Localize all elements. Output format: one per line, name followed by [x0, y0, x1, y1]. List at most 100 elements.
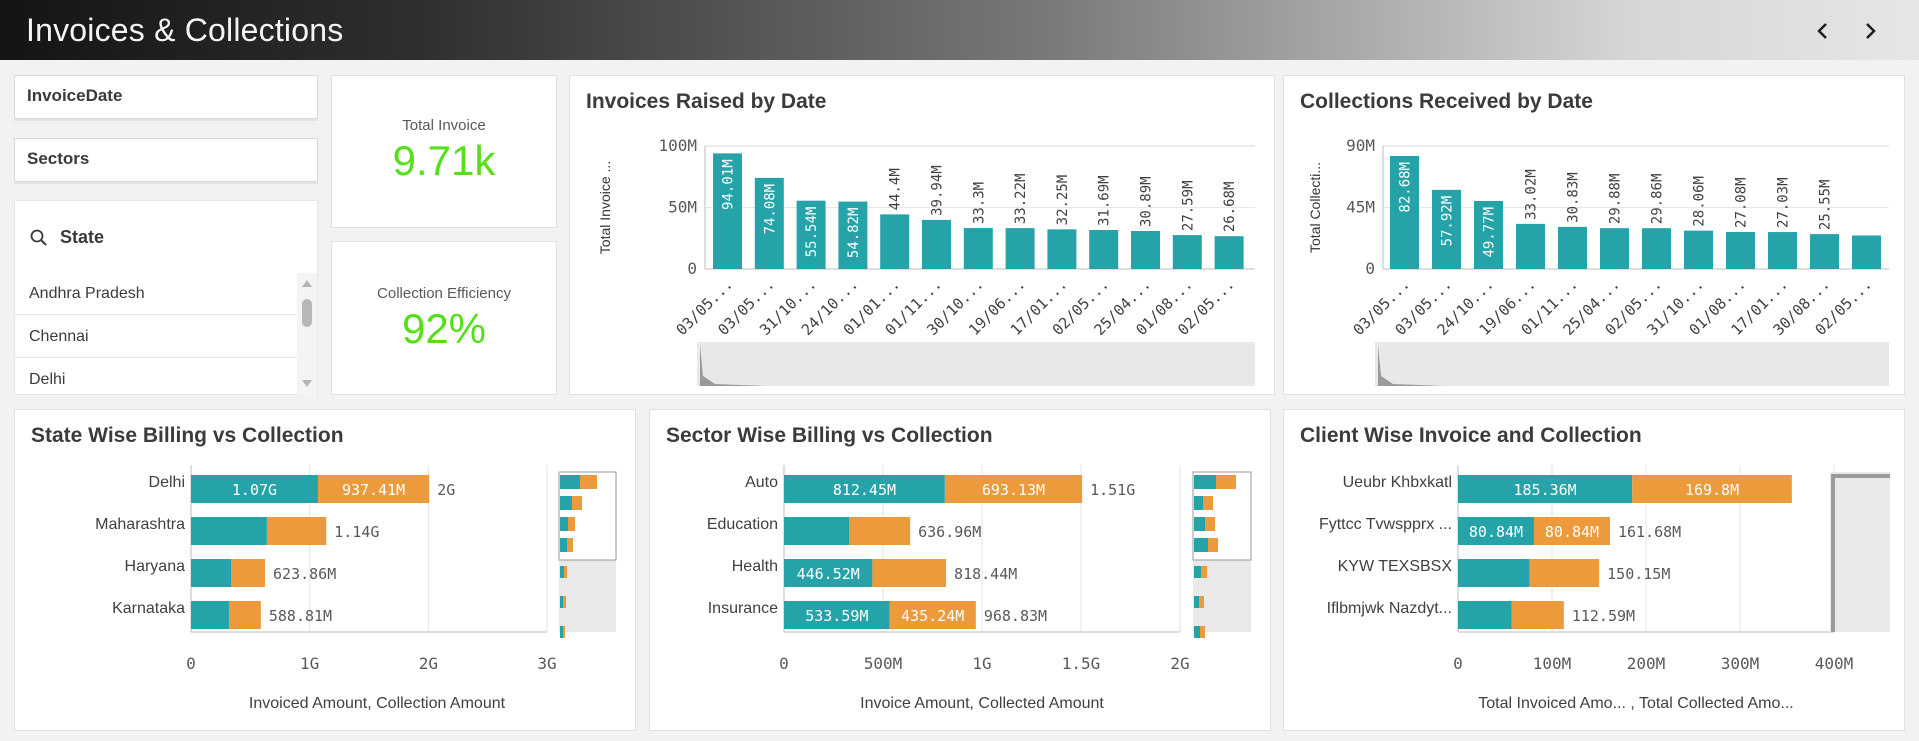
bar-value-label: 29.88M — [1608, 174, 1624, 225]
chart-scrollbar-preview — [563, 626, 565, 638]
invoices-by-date-chart[interactable]: 050M100MTotal Invoice ... 94.01M03/05...7… — [570, 76, 1276, 396]
y-tick-label: Iflbmjwk Nazdyt... — [1327, 600, 1452, 617]
state-list-scrollbar[interactable] — [297, 273, 317, 395]
y-axis-title: Total Collecti... — [1307, 162, 1323, 253]
bar-value-label: 55.54M — [804, 207, 820, 258]
bar-segment — [191, 601, 229, 629]
bar — [1810, 234, 1839, 269]
bar-value-label: 169.8M — [1685, 481, 1739, 499]
y-tick-label: Maharashtra — [95, 516, 185, 533]
bar — [1214, 236, 1244, 269]
y-tick-label: KYW TEXSBSX — [1338, 558, 1453, 575]
bar-value-label: 32.25M — [1055, 175, 1071, 226]
bar — [1852, 235, 1881, 269]
bar — [922, 219, 951, 269]
bar-value-label: 27.59M — [1180, 180, 1196, 231]
bar-segment — [1511, 601, 1564, 629]
x-tick-label: 2G — [419, 654, 438, 673]
bar-total-label: 636.96M — [918, 523, 981, 541]
bar-value-label: 54.82M — [846, 208, 862, 259]
chart-scrollbar-preview — [1194, 566, 1201, 578]
invoice-date-filter-label: InvoiceDate — [27, 86, 123, 105]
sectors-filter[interactable]: Sectors — [14, 138, 318, 182]
chart-scrollbar-preview — [564, 566, 567, 578]
scrollbar-thumb[interactable] — [302, 299, 312, 327]
bar-total-label: 588.81M — [269, 607, 332, 625]
bar-value-label: 812.45M — [833, 481, 896, 499]
state-billing-chart[interactable]: 0 1G 2G 3G Invoiced Amount, Collection Amoun… — [15, 410, 637, 732]
total-invoice-value: 9.71k — [392, 137, 496, 184]
y-tick-label: Auto — [745, 474, 778, 491]
x-tick-label: 0 — [1453, 654, 1463, 673]
bar-segment — [1458, 559, 1530, 587]
scroll-down-icon[interactable] — [301, 379, 313, 389]
bar-value-label: 49.77M — [1482, 207, 1498, 258]
chevron-left-icon — [1817, 23, 1827, 39]
chart-scrollbar-preview — [1194, 475, 1216, 489]
chart-scrollbar — [1375, 342, 1889, 386]
invoice-date-filter[interactable]: InvoiceDate — [14, 75, 318, 119]
bar-total-label: 1.14G — [334, 523, 379, 541]
state-list-item[interactable]: Chennai — [15, 316, 297, 358]
bar-value-label: 30.83M — [1566, 172, 1582, 223]
state-list: Andhra Pradesh Chennai Delhi — [15, 273, 297, 395]
chart-scrollbar-preview — [560, 566, 564, 578]
state-list-item[interactable]: Delhi — [15, 359, 297, 395]
y-tick-label: Education — [707, 516, 778, 533]
state-filter-label: State — [60, 227, 105, 247]
chart-scrollbar-preview — [1199, 596, 1204, 608]
bar — [1047, 229, 1077, 269]
bar-total-label: 112.59M — [1572, 607, 1635, 625]
x-tick-label: 2G — [1170, 654, 1189, 673]
chart-scrollbar-preview — [1194, 517, 1205, 531]
state-list-item[interactable]: Andhra Pradesh — [15, 273, 297, 315]
bar-total-label: 818.44M — [954, 565, 1017, 583]
collection-efficiency-label: Collection Efficiency — [377, 285, 511, 302]
state-filter-listbox: State Andhra Pradesh Chennai Delhi — [14, 200, 318, 395]
chart-scrollbar-preview — [568, 517, 575, 531]
bar — [1516, 223, 1545, 269]
bar-segment — [191, 517, 267, 545]
bar-total-label: 150.15M — [1607, 565, 1670, 583]
bar-segment — [784, 517, 850, 545]
bar-value-label: 693.13M — [982, 481, 1045, 499]
collections-by-date-chart[interactable]: 045M90MTotal Collecti... 82.68M03/05...57… — [1284, 76, 1906, 396]
scroll-up-icon[interactable] — [301, 278, 313, 288]
chart-scrollbar-preview — [560, 596, 563, 608]
sector-billing-panel: Sector Wise Billing vs Collection 0 500M 1… — [649, 409, 1271, 731]
sector-billing-chart[interactable]: 0 500M 1G 1.5G 2G Invoice Amount, Collected A… — [650, 410, 1272, 732]
total-invoice-label: Total Invoice — [402, 117, 486, 134]
x-tick-label: 0 — [186, 654, 196, 673]
bar-value-label: 33.3M — [971, 182, 987, 224]
bar-value-label: 39.94M — [930, 165, 946, 216]
bar — [1172, 235, 1202, 269]
chart-scrollbar-preview — [567, 538, 573, 552]
bar-segment — [849, 517, 911, 545]
x-tick-label: 500M — [864, 654, 903, 673]
bar-segment — [1458, 601, 1512, 629]
chart-scrollbar-preview — [1194, 538, 1208, 552]
bar-segment — [231, 559, 266, 587]
chart-scrollbar-preview — [1216, 475, 1236, 489]
bar-value-label: 94.01M — [721, 159, 737, 210]
previous-sheet-button[interactable] — [1806, 16, 1840, 46]
x-tick-label: 400M — [1815, 654, 1854, 673]
bar-value-label: 33.02M — [1524, 169, 1540, 220]
state-billing-panel: State Wise Billing vs Collection 0 1G 2G 3G… — [14, 409, 636, 731]
invoices-by-date-panel: Invoices Raised by Date 0 50M 100M Total In… — [569, 75, 1275, 395]
y-tick-label: 50M — [668, 198, 697, 217]
search-icon[interactable] — [29, 228, 49, 248]
bar — [1600, 228, 1629, 269]
chart-scrollbar-preview — [1203, 496, 1213, 510]
chart-scrollbar-preview — [572, 496, 582, 510]
bar — [1131, 231, 1160, 269]
bar-value-label: 446.52M — [797, 565, 860, 583]
y-tick-label: 0 — [1365, 259, 1375, 278]
bar — [1558, 226, 1587, 269]
chart-scrollbar — [559, 560, 616, 632]
x-tick-label: 0 — [779, 654, 789, 673]
next-sheet-button[interactable] — [1853, 16, 1887, 46]
bar-value-label: 27.03M — [1776, 177, 1792, 228]
y-tick-label: Delhi — [149, 474, 185, 491]
client-invoice-chart[interactable]: 0 100M 200M 300M 400M Total Invoiced Amo... ,… — [1284, 410, 1906, 732]
